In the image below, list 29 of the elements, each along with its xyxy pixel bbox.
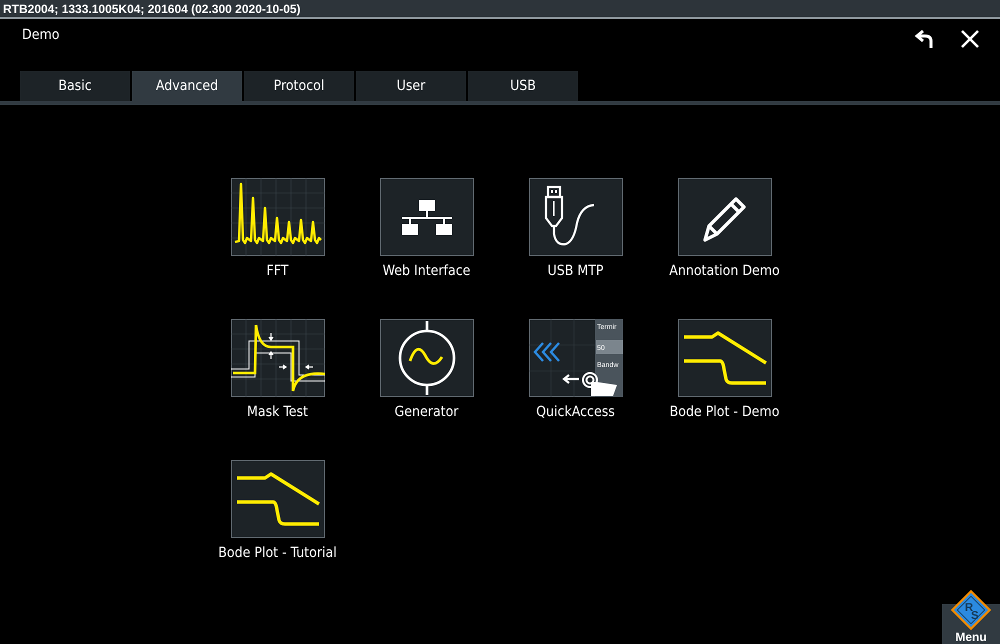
app-label: Annotation Demo	[669, 263, 780, 279]
app-label: Web Interface	[382, 263, 470, 279]
tab[interactable]: Advanced	[132, 71, 242, 101]
window-title: Demo	[22, 27, 60, 43]
touch-icon	[582, 372, 616, 396]
app-label: FFT	[266, 263, 288, 279]
app-label: USB MTP	[547, 263, 604, 279]
tab[interactable]: Basic	[20, 71, 130, 101]
app-label: Bode Plot - Demo	[670, 404, 780, 420]
app-tile[interactable]	[528, 178, 622, 256]
app-tile[interactable]	[230, 319, 324, 397]
logo-icon: R S	[949, 588, 993, 632]
menu-button[interactable]: R S Menu	[942, 588, 1000, 644]
app-tile[interactable]	[230, 460, 324, 538]
status-text: RTB2004; 1333.1005K04; 201604 (02.300 2020-10-05)	[3, 2, 301, 16]
app-tile[interactable]	[678, 178, 772, 256]
app-label: QuickAccess	[536, 404, 615, 420]
arrow-icon	[562, 374, 580, 384]
tab[interactable]: User	[356, 71, 466, 101]
app-tile[interactable]	[380, 319, 474, 397]
tab[interactable]: Protocol	[244, 71, 354, 101]
app-tile[interactable]	[230, 178, 324, 256]
app-label: Generator	[394, 404, 458, 420]
app-label: Mask Test	[246, 404, 308, 420]
app-tile[interactable]	[380, 178, 474, 256]
tab[interactable]: USB	[468, 71, 578, 101]
app-tile[interactable]	[678, 319, 772, 397]
chevrons-icon	[532, 342, 560, 362]
app-label: Bode Plot - Tutorial	[218, 545, 337, 561]
